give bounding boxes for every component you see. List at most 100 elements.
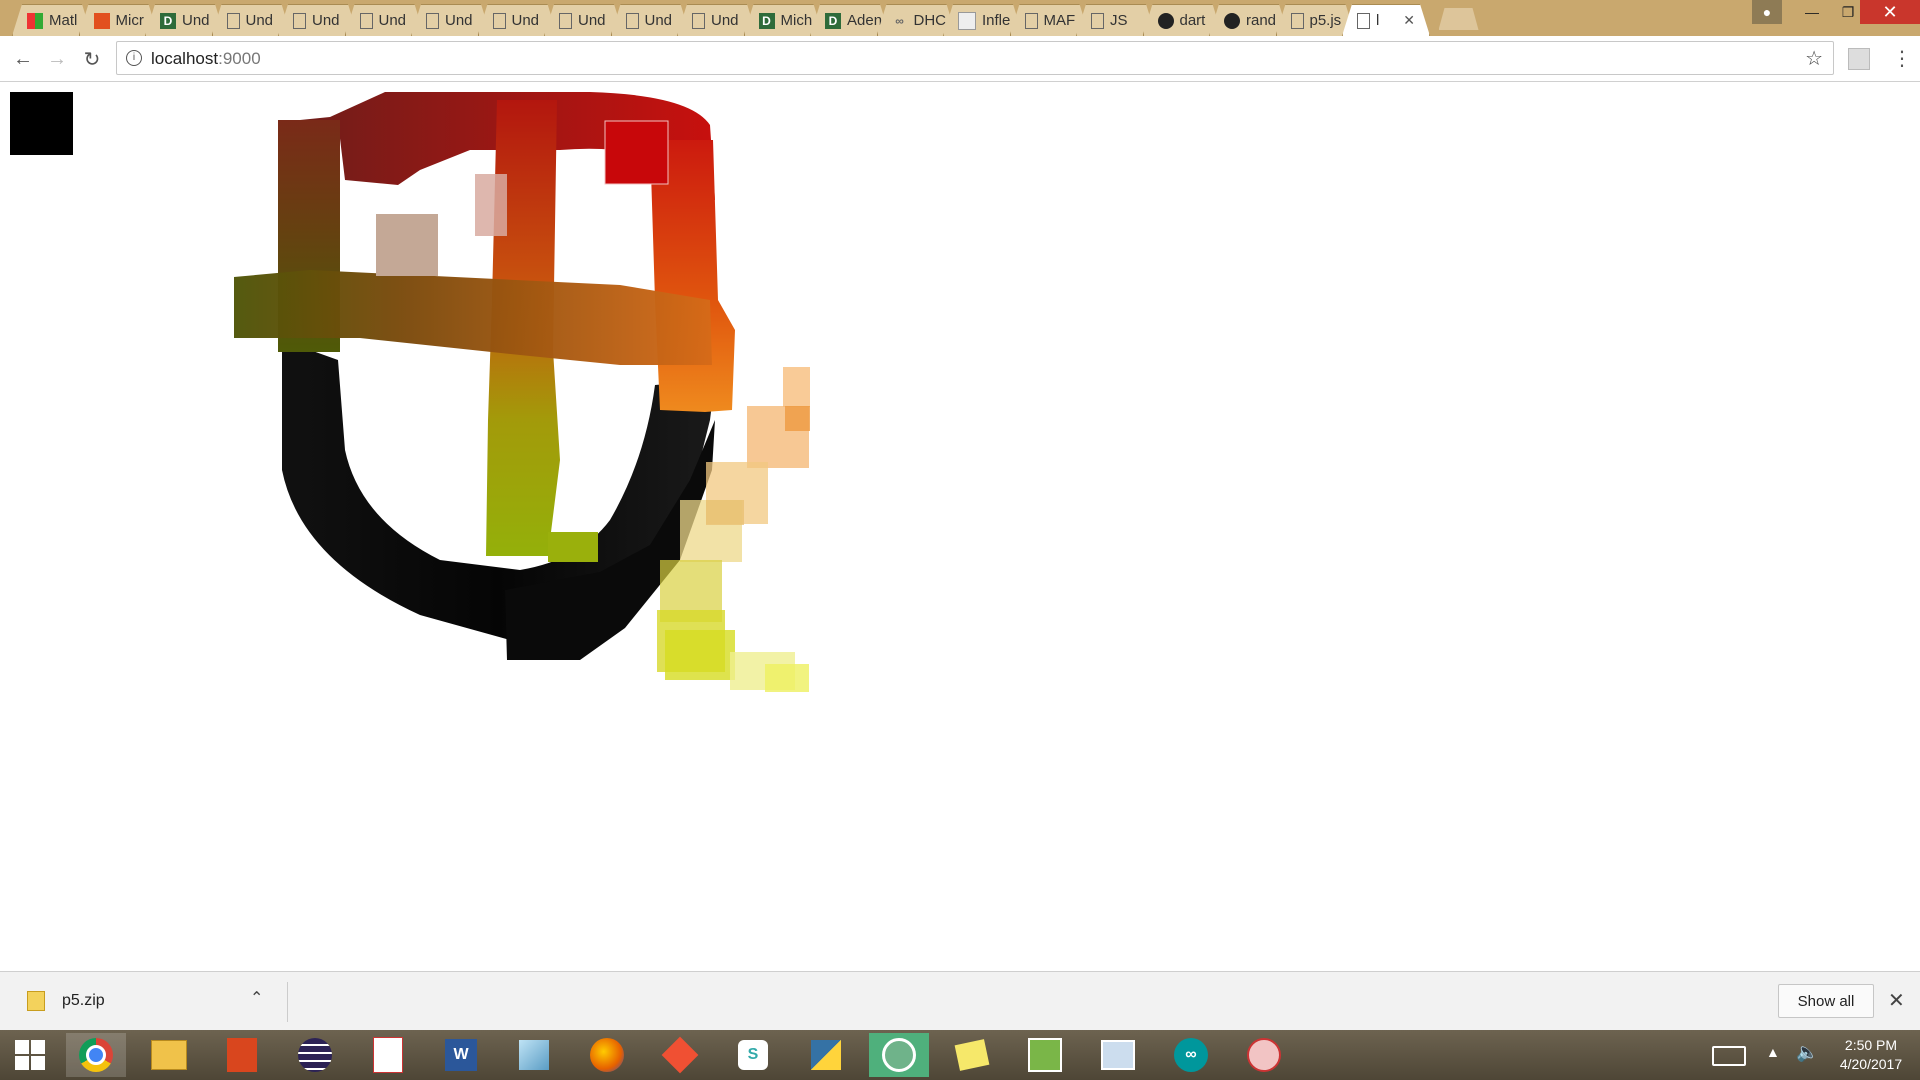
image-viewer-icon[interactable] [1015, 1033, 1075, 1077]
file-explorer-icon[interactable] [139, 1033, 199, 1077]
info-icon[interactable]: i [126, 50, 142, 66]
tab-label: Und [182, 12, 210, 29]
tab-label: DHC [913, 12, 946, 29]
reload-button[interactable]: ↻ [79, 46, 105, 72]
windows-taskbar: W S ∞ ▲ 🔈 2:50 PM 4/20/2017 [0, 1030, 1920, 1080]
download-file-name: p5.zip [62, 992, 105, 1009]
divider [287, 982, 288, 1022]
python-icon[interactable] [796, 1033, 856, 1077]
clock-date: 4/20/2017 [1839, 1056, 1903, 1072]
p5-canvas-page[interactable] [0, 82, 1920, 971]
page-icon [293, 13, 306, 29]
keyboard-icon[interactable] [1712, 1046, 1746, 1066]
page-icon [1357, 13, 1370, 29]
downloads-bar: p5.zip ⌃ Show all ✕ [0, 971, 1920, 1030]
office-upload-icon[interactable] [212, 1033, 272, 1077]
snipping-tool-icon[interactable] [1234, 1033, 1294, 1077]
show-all-label: Show all [1797, 992, 1855, 1010]
tab-label: p5.js [1309, 12, 1342, 29]
browser-chrome: ← → ↻ i localhost:9000 ☆ ⋮ ● — ❐ ✕ Matl M… [0, 0, 1920, 82]
tab-label: Und [578, 12, 606, 29]
tab-label: Und [445, 12, 473, 29]
tab-label: Mich [780, 12, 813, 29]
office-icon [94, 13, 110, 29]
show-all-button[interactable]: Show all [1778, 984, 1874, 1018]
tab-label: Infle [982, 12, 1011, 29]
url-text: localhost:9000 [151, 49, 261, 68]
notepad-icon[interactable] [504, 1033, 564, 1077]
tab-label: Matl [49, 12, 78, 29]
volume-muted-icon[interactable]: 🔈 [1796, 1042, 1818, 1063]
page-icon [559, 13, 572, 29]
tab-label: Micr [115, 12, 144, 29]
tab-label: rand [1246, 12, 1277, 29]
forward-button[interactable]: → [44, 46, 70, 72]
arduino-icon[interactable]: ∞ [1161, 1033, 1221, 1077]
extension-icon[interactable] [1848, 48, 1870, 70]
page-icon [1025, 13, 1038, 29]
github-icon [1158, 13, 1174, 29]
sticky-notes-icon[interactable] [942, 1033, 1002, 1077]
page-icon [692, 13, 705, 29]
close-window-button[interactable]: ✕ [1860, 0, 1920, 24]
tab-label: Und [644, 12, 673, 29]
git-icon[interactable] [650, 1033, 710, 1077]
page-icon [626, 13, 639, 29]
sketch-canvas[interactable] [0, 82, 1920, 971]
browser-toolbar: ← → ↻ i localhost:9000 ☆ ⋮ [0, 36, 1920, 82]
d-icon: D [759, 13, 775, 29]
system-clock[interactable]: 2:50 PM 4/20/2017 [1826, 1036, 1916, 1074]
menu-icon[interactable]: ⋮ [1892, 46, 1912, 71]
word-icon[interactable]: W [431, 1033, 491, 1077]
tan-square [376, 214, 438, 276]
black-corner-square [10, 92, 73, 155]
windows-start-icon[interactable] [0, 1033, 60, 1077]
d-icon: D [825, 13, 841, 29]
tab-label: Und [711, 12, 739, 29]
link-icon: ∞ [895, 13, 904, 28]
tab-label: Aden [847, 12, 883, 29]
address-bar[interactable]: i localhost:9000 ☆ [116, 41, 1834, 75]
atom-icon[interactable] [869, 1033, 929, 1077]
d-icon: D [160, 13, 176, 29]
download-item[interactable]: p5.zip ⌃ [20, 972, 288, 1030]
tab-label: Und [378, 12, 407, 29]
tab-label: Und [312, 12, 340, 29]
image-icon [958, 12, 976, 30]
page-icon [227, 13, 240, 29]
pdf-reader-icon[interactable] [358, 1033, 418, 1077]
new-tab-button[interactable] [1439, 8, 1479, 30]
chevron-up-icon[interactable]: ⌃ [250, 988, 263, 1008]
github-icon [1224, 13, 1240, 29]
eclipse-icon[interactable] [285, 1033, 345, 1077]
tab-label: Und [511, 12, 540, 29]
page-icon [1091, 13, 1104, 29]
page-icon [360, 13, 373, 29]
zip-file-icon [27, 991, 45, 1011]
profile-icon[interactable]: ● [1752, 0, 1782, 24]
tab-label: JS [1110, 12, 1128, 29]
multicolor-grid-icon [27, 13, 43, 29]
page-icon [426, 13, 439, 29]
close-icon[interactable]: ✕ [1888, 988, 1905, 1013]
tab-label: Und [245, 12, 274, 29]
back-button[interactable]: ← [10, 46, 36, 72]
tab-label: dart [1179, 12, 1206, 29]
tab-20[interactable]: l ✕ [1342, 4, 1430, 36]
chrome-icon[interactable] [66, 1033, 126, 1077]
page-icon [1291, 13, 1304, 29]
close-tab-icon[interactable]: ✕ [1403, 12, 1415, 29]
tab-label: l [1376, 12, 1380, 29]
resource-monitor-icon[interactable] [1088, 1033, 1148, 1077]
chevron-up-tray-icon[interactable]: ▲ [1766, 1044, 1780, 1060]
sketch-strokes [10, 92, 810, 692]
tab-label: MAF [1043, 12, 1076, 29]
lime-stroke-foot [548, 532, 598, 562]
minimize-button[interactable]: — [1794, 0, 1830, 24]
page-icon [493, 13, 506, 29]
slack-icon[interactable]: S [723, 1033, 783, 1077]
bookmark-star-icon[interactable]: ☆ [1805, 46, 1823, 71]
red-square [604, 120, 669, 185]
pink-square [475, 174, 507, 236]
firefox-icon[interactable] [577, 1033, 637, 1077]
